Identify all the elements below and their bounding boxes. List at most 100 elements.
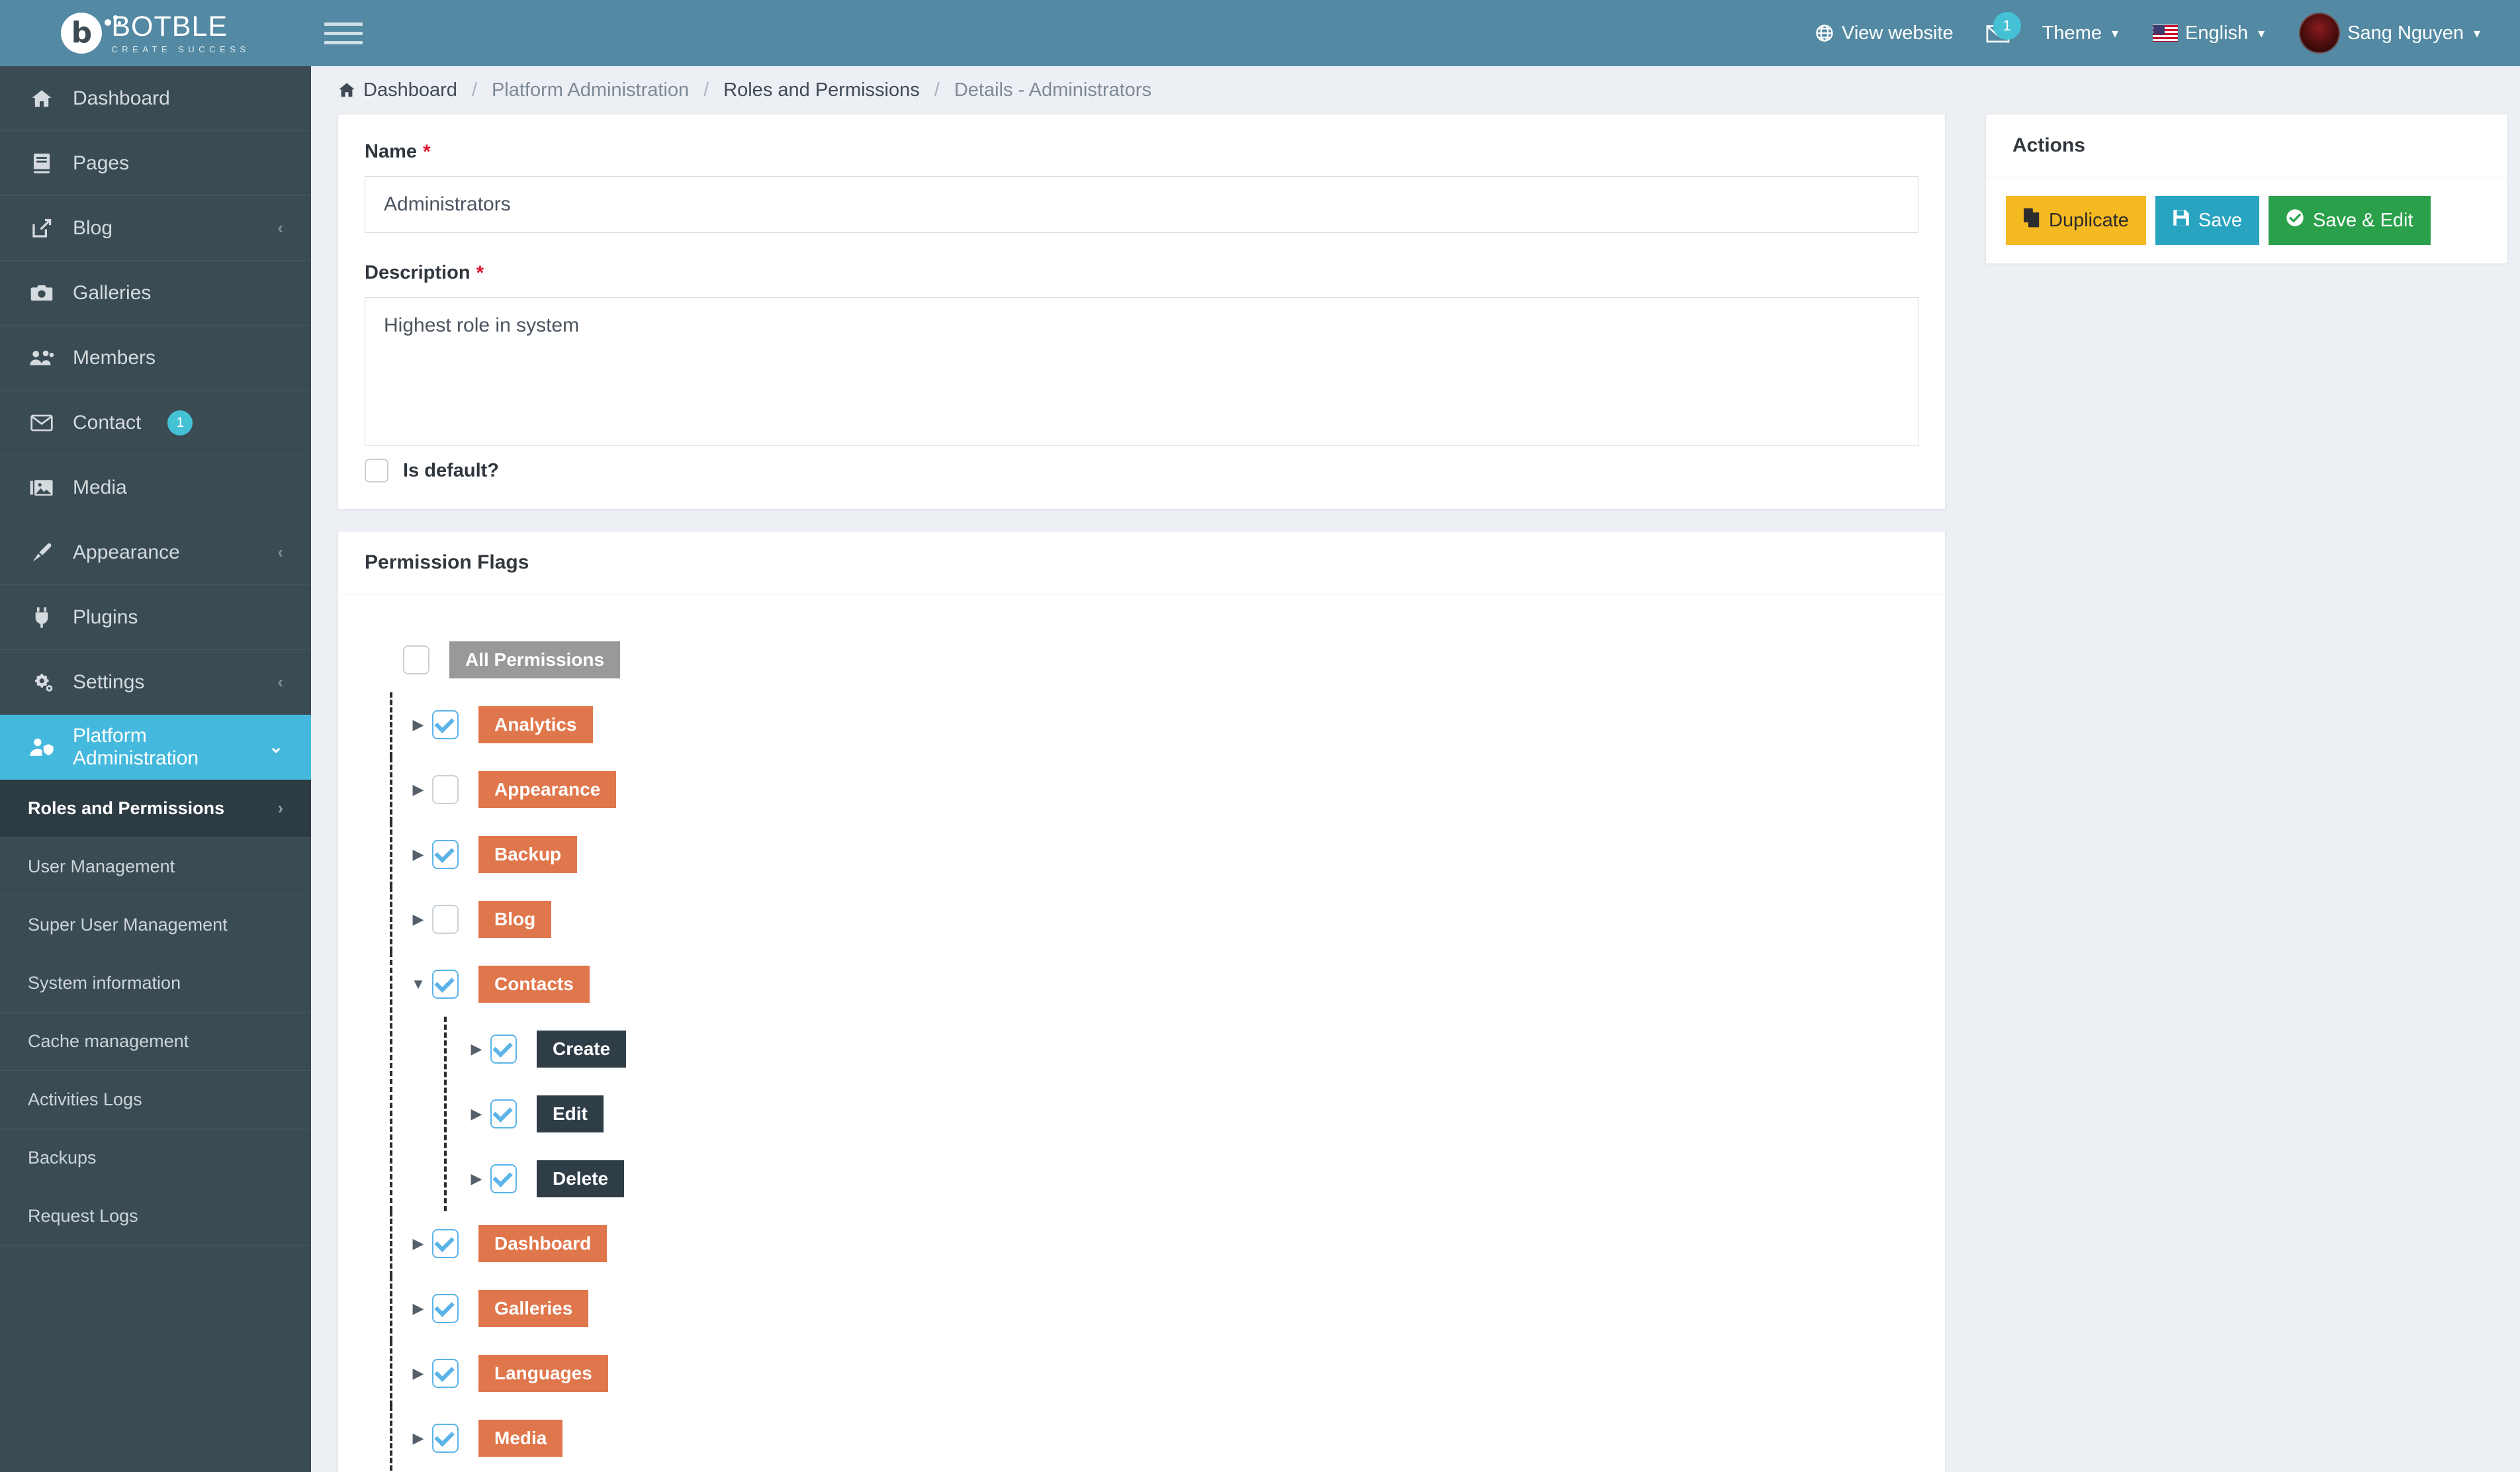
description-textarea[interactable] (365, 297, 1918, 446)
sidebar-item-blog[interactable]: Blog ‹ (0, 196, 311, 261)
sidebar-item-media[interactable]: Media (0, 455, 311, 520)
all-permissions-tag[interactable]: All Permissions (449, 641, 620, 678)
top-header-bar: b BOTBLE CREATE SUCCESS (0, 0, 2520, 66)
sidebar-item-dashboard[interactable]: Dashboard (0, 66, 311, 131)
breadcrumb-item-details: Details - Administrators (954, 79, 1151, 101)
sidebar-toggle-button[interactable] (324, 14, 363, 52)
triangle-right-icon[interactable]: ▶ (408, 846, 428, 863)
triangle-right-icon[interactable]: ▶ (467, 1105, 486, 1123)
plug-icon (28, 606, 56, 629)
permission-checkbox[interactable] (490, 1099, 517, 1128)
breadcrumb-item-platform-administration[interactable]: Platform Administration (492, 79, 689, 101)
sidebar-item-cache-management[interactable]: Cache management (0, 1013, 311, 1071)
notification-count-badge: 1 (1993, 12, 2021, 40)
tree-row[interactable]: ▶ Galleries (408, 1276, 1918, 1341)
sidebar-item-contact[interactable]: Contact 1 (0, 391, 311, 455)
tree-row[interactable]: ▶ Backup (408, 822, 1918, 887)
tree-row[interactable]: ▶ Dashboard (408, 1211, 1918, 1276)
tree-row-all-permissions[interactable]: All Permissions (379, 627, 1918, 692)
duplicate-button[interactable]: Duplicate (2006, 196, 2146, 245)
sidebar-item-label: Contact (73, 412, 141, 434)
sidebar-item-user-management[interactable]: User Management (0, 838, 311, 896)
permission-tag[interactable]: Blog (478, 901, 551, 938)
permission-tag[interactable]: Dashboard (478, 1225, 607, 1262)
triangle-right-icon[interactable]: ▶ (408, 1430, 428, 1447)
permission-flags-body: All Permissions ▶ Analytics (338, 594, 1945, 1472)
triangle-right-icon[interactable]: ▶ (408, 716, 428, 733)
sidebar-item-platform-administration[interactable]: Platform Administration ⌄ (0, 715, 311, 780)
notifications-button[interactable]: 1 (1971, 0, 2025, 66)
breadcrumb-item-dashboard[interactable]: Dashboard (363, 79, 457, 101)
permission-checkbox[interactable] (432, 905, 459, 934)
permission-checkbox[interactable] (490, 1164, 517, 1193)
all-permissions-checkbox[interactable] (403, 645, 429, 674)
permission-tag[interactable]: Analytics (478, 706, 593, 743)
breadcrumb-item-roles-and-permissions[interactable]: Roles and Permissions (723, 79, 920, 101)
sidebar-item-members[interactable]: Members (0, 326, 311, 391)
permission-tag[interactable]: Create (537, 1031, 626, 1068)
language-dropdown[interactable]: English ▾ (2136, 0, 2282, 66)
tree-node-analytics: ▶ Analytics (379, 692, 1918, 757)
tree-row[interactable]: ▶ Media (408, 1406, 1918, 1471)
view-website-link[interactable]: View website (1797, 0, 1971, 66)
sidebar-item-system-information[interactable]: System information (0, 954, 311, 1013)
triangle-right-icon[interactable]: ▶ (408, 1235, 428, 1252)
permission-tag[interactable]: Edit (537, 1095, 604, 1132)
sidebar-item-galleries[interactable]: Galleries (0, 261, 311, 326)
triangle-right-icon[interactable]: ▶ (408, 1365, 428, 1382)
tree-row[interactable]: ▼ Contacts (408, 952, 1918, 1017)
triangle-right-icon[interactable]: ▶ (408, 781, 428, 798)
sidebar-item-request-logs[interactable]: Request Logs (0, 1187, 311, 1246)
main-sidebar: Dashboard Pages Blog ‹ Galleries Members… (0, 66, 311, 1472)
sidebar-item-plugins[interactable]: Plugins (0, 585, 311, 650)
permission-tag[interactable]: Languages (478, 1355, 608, 1392)
brand-logo[interactable]: b BOTBLE CREATE SUCCESS (0, 0, 311, 66)
triangle-right-icon[interactable]: ▶ (467, 1040, 486, 1058)
triangle-right-icon[interactable]: ▶ (408, 1300, 428, 1317)
is-default-row[interactable]: Is default? (365, 459, 1918, 483)
permission-tag[interactable]: Galleries (478, 1290, 588, 1327)
users-icon (28, 349, 56, 367)
permission-checkbox[interactable] (432, 840, 459, 869)
triangle-right-icon[interactable]: ▶ (408, 911, 428, 928)
permission-checkbox[interactable] (432, 1229, 459, 1258)
envelope-icon (28, 414, 56, 432)
tree-row[interactable]: ▶ Blog (408, 887, 1918, 952)
permission-tag[interactable]: Contacts (478, 966, 590, 1003)
permission-tag[interactable]: Appearance (478, 771, 616, 808)
permission-checkbox[interactable] (490, 1035, 517, 1064)
tree-row[interactable]: ▶ Appearance (408, 757, 1918, 822)
triangle-right-icon[interactable]: ▶ (467, 1170, 486, 1187)
user-menu-dropdown[interactable]: Sang Nguyen ▾ (2282, 0, 2498, 66)
sidebar-item-settings[interactable]: Settings ‹ (0, 650, 311, 715)
sidebar-item-super-user-management[interactable]: Super User Management (0, 896, 311, 954)
permission-tag[interactable]: Delete (537, 1160, 624, 1197)
triangle-down-icon[interactable]: ▼ (408, 976, 428, 993)
sidebar-item-roles-and-permissions[interactable]: Roles and Permissions › (0, 780, 311, 838)
permission-checkbox[interactable] (432, 1424, 459, 1453)
permission-checkbox[interactable] (432, 710, 459, 739)
name-input[interactable] (365, 176, 1918, 233)
tree-row[interactable]: ▶ Delete (467, 1146, 1918, 1211)
permission-tag[interactable]: Media (478, 1420, 562, 1457)
tree-row[interactable]: ▶ Languages (408, 1341, 1918, 1406)
theme-dropdown[interactable]: Theme ▾ (2025, 0, 2136, 66)
permission-tag[interactable]: Backup (478, 836, 577, 873)
tree-row[interactable]: ▶ Analytics (408, 692, 1918, 757)
save-button[interactable]: Save (2155, 196, 2259, 245)
is-default-checkbox[interactable] (365, 459, 388, 483)
permission-checkbox[interactable] (432, 1359, 459, 1388)
sidebar-item-activities-logs[interactable]: Activities Logs (0, 1071, 311, 1129)
permission-checkbox[interactable] (432, 1294, 459, 1323)
permission-checkbox[interactable] (432, 970, 459, 999)
sidebar-item-pages[interactable]: Pages (0, 131, 311, 196)
sidebar-item-backups[interactable]: Backups (0, 1129, 311, 1187)
pages-icon (28, 152, 56, 175)
sidebar-item-appearance[interactable]: Appearance ‹ (0, 520, 311, 585)
chevron-down-icon: ⌄ (269, 737, 283, 757)
permission-checkbox[interactable] (432, 775, 459, 804)
home-icon (338, 81, 356, 99)
tree-row[interactable]: ▶ Edit (467, 1081, 1918, 1146)
save-and-edit-button[interactable]: Save & Edit (2269, 196, 2431, 245)
tree-row[interactable]: ▶ Create (467, 1017, 1918, 1081)
